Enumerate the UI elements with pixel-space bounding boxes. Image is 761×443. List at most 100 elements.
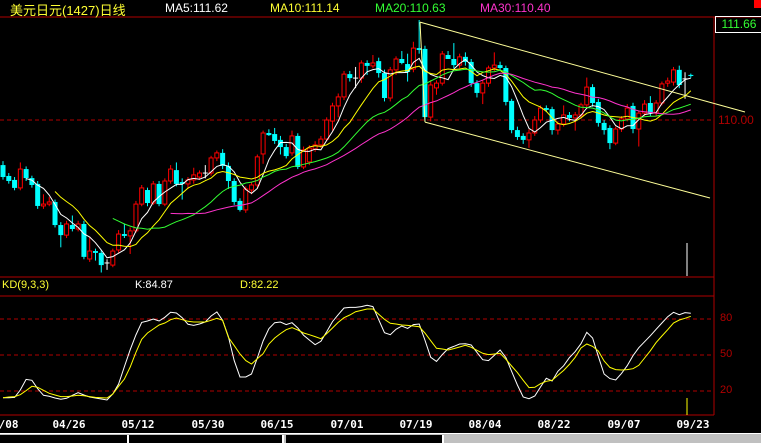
candle-body	[12, 179, 18, 188]
candle-body	[376, 61, 382, 74]
candle-body	[514, 130, 520, 137]
kd-tick-50: 50	[720, 348, 733, 360]
candle-body	[410, 47, 416, 70]
candle-body	[566, 114, 572, 118]
date-tick: 09/23	[676, 418, 710, 431]
candle-body	[480, 82, 486, 94]
candle-body	[283, 147, 289, 157]
candle-body	[624, 107, 630, 120]
candle-body	[613, 128, 619, 144]
candle-body	[451, 58, 457, 66]
candle-body	[295, 135, 301, 167]
candle-body	[381, 73, 387, 98]
candle-body	[341, 73, 347, 98]
candle-body	[329, 105, 335, 122]
candle-body	[306, 147, 312, 163]
candle-body	[520, 135, 526, 140]
candle-body	[370, 62, 376, 67]
candle-body	[127, 230, 133, 237]
current-price-label: 111.66	[715, 16, 761, 33]
candle-body	[647, 103, 653, 114]
candle-body	[324, 119, 330, 140]
ma10-line	[54, 65, 692, 248]
candle-body	[428, 84, 434, 118]
ma10-label: MA10:111.14	[270, 1, 340, 15]
candle-body	[214, 152, 220, 159]
candle-body	[434, 82, 439, 89]
candle-body	[590, 87, 596, 104]
candle-body	[670, 69, 676, 83]
candle-body	[659, 83, 665, 104]
candle-body	[110, 250, 116, 266]
price-panel	[0, 20, 746, 276]
date-tick: 07/19	[399, 418, 433, 431]
candle-body	[87, 250, 93, 260]
candle-body	[526, 132, 532, 141]
kd-indicator-name[interactable]: KD(9,3,3)	[2, 279, 49, 291]
chart-canvas	[0, 16, 761, 416]
candle-body	[607, 127, 613, 144]
d-line	[2, 308, 691, 399]
candle-body	[272, 134, 278, 141]
date-tick: 08/22	[537, 418, 571, 431]
ma20-label: MA20:110.63	[375, 1, 446, 15]
candle-body	[688, 74, 694, 76]
date-tick: 04/26	[52, 418, 86, 431]
candle-body	[197, 172, 203, 178]
candle-body	[168, 168, 174, 182]
candle-body	[139, 187, 145, 205]
candle-body	[318, 138, 324, 146]
candle-body	[364, 62, 370, 66]
date-tick: 04/08	[0, 418, 19, 431]
kd-panel	[0, 304, 714, 415]
date-tick: 07/01	[330, 418, 364, 431]
kd-tick-20: 20	[720, 384, 733, 396]
candle-body	[601, 122, 607, 131]
date-tick: 05/12	[121, 418, 155, 431]
candle-body	[0, 165, 6, 178]
candle-body	[98, 252, 104, 266]
reference-price-label: 110.00	[718, 113, 754, 127]
candle-body	[116, 233, 122, 251]
candle-body	[121, 234, 127, 236]
window-indicator[interactable]	[754, 0, 761, 8]
candle-body	[474, 83, 480, 93]
candle-body	[40, 203, 46, 207]
candle-body	[249, 184, 255, 191]
candle-body	[572, 114, 578, 119]
channel-lower-line	[424, 121, 711, 199]
date-tick: 05/30	[191, 418, 225, 431]
kd-tick-80: 80	[720, 312, 733, 324]
candle-body	[173, 170, 179, 184]
ma30-label: MA30:110.40	[480, 1, 551, 15]
candle-body	[393, 58, 399, 71]
candle-body	[23, 169, 29, 179]
candle-body	[555, 123, 561, 131]
ma5-label: MA5:111.62	[165, 1, 228, 15]
candle-body	[347, 74, 353, 79]
candle-body	[156, 183, 162, 205]
candle-body	[64, 223, 70, 236]
candle-body	[133, 203, 139, 232]
candle-body	[665, 80, 671, 84]
candle-body	[58, 225, 64, 236]
k-line	[3, 304, 691, 401]
candle-body	[399, 58, 405, 63]
candle-body	[69, 225, 75, 230]
candle-body	[92, 251, 98, 253]
candle-body	[277, 139, 283, 148]
candle-body	[266, 132, 272, 136]
chart-title: 美元日元(1427)日线	[10, 3, 126, 18]
candle-body	[81, 223, 87, 257]
candle-body	[445, 55, 451, 59]
candle-body	[439, 53, 445, 84]
date-tick: 09/07	[607, 418, 641, 431]
candle-body	[46, 201, 52, 205]
candle-body	[538, 107, 544, 121]
k-value-label: K:84.87	[135, 279, 173, 291]
ma20-line	[112, 68, 691, 230]
candle-body	[220, 152, 226, 166]
candle-body	[6, 175, 12, 182]
candle-body	[335, 96, 341, 107]
candle-body	[17, 168, 23, 189]
